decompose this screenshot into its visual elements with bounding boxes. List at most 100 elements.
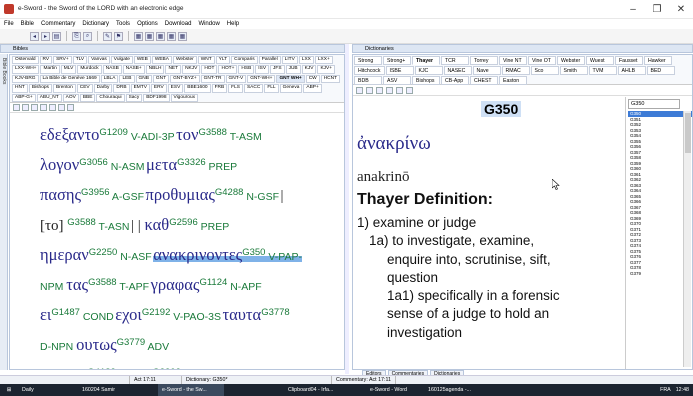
translation-tab[interactable]: JUB (285, 65, 301, 74)
strongs-number[interactable]: G3303 (152, 367, 181, 369)
copy-icon[interactable] (22, 104, 29, 111)
dictionary-tab[interactable]: NASEC (443, 66, 472, 75)
morphology-code[interactable]: N-ASF (117, 251, 152, 263)
translation-tab[interactable]: WEB (133, 56, 151, 65)
dictionary-tab[interactable]: BDB (354, 76, 382, 85)
dictionary-tab[interactable]: CHEST (470, 76, 498, 85)
strongs-number[interactable]: G4183 (87, 367, 116, 369)
translation-tab[interactable]: BBE1600 (184, 84, 211, 93)
translation-tab[interactable]: HOT+ (218, 65, 238, 74)
translation-tab[interactable]: LXX (298, 56, 314, 65)
translation-tab[interactable]: Vanvas (88, 56, 110, 65)
translation-tab[interactable]: WEBA (151, 56, 172, 65)
dictionary-tab[interactable]: Hitchcock (354, 66, 385, 75)
greek-word-group[interactable]: G3588 T-ASN (67, 217, 129, 233)
translation-tab[interactable]: GNT-BYZ+ (170, 74, 200, 84)
translation-tab[interactable]: Vigouroux (170, 93, 199, 102)
translation-tab[interactable]: Murdock (77, 65, 102, 74)
morphology-code[interactable]: PREP (206, 161, 238, 173)
translation-tab[interactable]: Ostervald (12, 56, 39, 65)
dictionary-tab[interactable]: Strong (354, 56, 382, 65)
entry-list-scrollbar[interactable] (683, 111, 691, 367)
menu-download[interactable]: Download (165, 21, 192, 27)
greek-word-group[interactable]: προθυμιαςG4288 N-GSF (146, 185, 279, 204)
strongs-number[interactable]: G2250 (89, 247, 118, 258)
layout-icon[interactable]: ▦ (156, 31, 165, 41)
morphology-code[interactable]: N-ASM (108, 161, 145, 173)
layout-icon[interactable]: ▦ (145, 31, 154, 41)
greek-word[interactable]: γραφας (151, 275, 200, 294)
dictionary-tab[interactable]: Sco (530, 66, 559, 75)
morphology-code[interactable]: A-GSF (110, 191, 144, 203)
greek-word-group[interactable]: ειG1487 COND (40, 305, 114, 324)
greek-word-group[interactable]: πασηςG3956 A-GSF (40, 185, 144, 204)
translation-tab[interactable]: ABP-G+ (12, 93, 36, 102)
strongs-number[interactable]: G3588 (67, 217, 96, 228)
task-explorer[interactable]: 160204 Samir (78, 384, 158, 396)
translation-tab[interactable]: EMTV (130, 84, 150, 93)
strongs-number[interactable]: G3956 (81, 187, 110, 198)
strongs-icon[interactable] (40, 104, 47, 111)
strongs-number[interactable]: G3778 (261, 307, 290, 318)
translation-tab[interactable]: NBLH (145, 65, 165, 74)
strongs-number[interactable]: G4288 (215, 187, 244, 198)
font-icon[interactable] (49, 104, 56, 111)
translation-tab[interactable]: HCNT (320, 74, 341, 84)
translation-tab[interactable]: LITV (281, 56, 298, 65)
greek-word[interactable]: μετα (146, 155, 177, 174)
close-button[interactable]: ✕ (669, 0, 693, 19)
bookmark-icon[interactable]: ⚑ (114, 31, 123, 41)
print-icon[interactable] (396, 86, 403, 94)
greek-word[interactable]: ταυτα (222, 305, 261, 324)
greek-word-group[interactable]: καθG2596 PREP (144, 215, 229, 234)
highlighted-word[interactable]: ανακρινοντεςG350 V-PAP- (153, 245, 303, 264)
morphology-code[interactable]: T-APF (117, 281, 149, 293)
translation-tab[interactable]: Comparis (231, 56, 258, 65)
strongs-number[interactable]: G3779 (117, 337, 146, 348)
translation-tab[interactable]: NET (165, 65, 182, 74)
dictionary-tab[interactable]: KJC (414, 66, 443, 75)
morphology-code[interactable]: ADV (145, 341, 169, 353)
translation-tab[interactable]: Bishops (28, 84, 52, 93)
morphology-code[interactable]: T-ASN (96, 221, 130, 233)
translation-tab[interactable]: ESV (167, 84, 184, 93)
translation-tab[interactable]: Vulgate (110, 56, 133, 65)
translation-tab[interactable]: KJV+ (317, 65, 336, 74)
dictionary-tab[interactable]: Torrey (470, 56, 498, 65)
clock[interactable]: 12:48 (676, 387, 689, 393)
menu-file[interactable]: File (4, 21, 14, 27)
dictionary-tab[interactable]: Smith (559, 66, 588, 75)
greek-word[interactable]: λογον (40, 155, 79, 174)
search-icon[interactable]: ⌕ (83, 31, 92, 41)
translation-tab[interactable]: SACC (243, 84, 264, 93)
translation-tab[interactable]: NKJV (182, 65, 201, 74)
greek-word[interactable]: εδεξαντο (40, 125, 99, 144)
translation-tab[interactable]: WNT (197, 56, 215, 65)
edit-icon[interactable] (356, 86, 363, 94)
greek-word-group[interactable]: εδεξαντοG1209 V-ADI-3P (40, 125, 175, 144)
dictionaries-pane-header[interactable]: Dictionaries (352, 44, 693, 53)
translation-tab[interactable]: FLL (264, 84, 279, 93)
greek-word-group[interactable]: τονG3588 T-ASM (176, 125, 262, 144)
task-daily[interactable]: Daily (18, 384, 78, 396)
translation-tab[interactable]: La Bible de Genève 1669 (39, 74, 100, 84)
translation-tab[interactable]: Webster (172, 56, 197, 65)
translation-tab[interactable]: RV (39, 56, 53, 65)
translation-tab[interactable]: Geneva (279, 84, 303, 93)
menu-tools[interactable]: Tools (116, 21, 130, 27)
translation-tab[interactable]: ABU_NT (36, 93, 62, 102)
layout-icon[interactable]: ▦ (167, 31, 176, 41)
dictionary-tab[interactable]: Easton (499, 76, 527, 85)
link-icon[interactable] (406, 86, 413, 94)
translation-tab[interactable]: TLV (72, 56, 88, 65)
menu-commentary[interactable]: Commentary (41, 21, 75, 27)
translation-tab[interactable]: MLV (60, 65, 77, 74)
maximize-button[interactable]: ❐ (645, 0, 669, 19)
greek-word-group[interactable]: λογονG3056 N-ASM (40, 155, 145, 174)
dictionary-tab[interactable]: AHLB (617, 66, 646, 75)
translation-tab[interactable]: CEV (76, 84, 93, 93)
greek-word-group[interactable]: ημερανG2250 N-ASF (40, 245, 152, 264)
strongs-number[interactable]: G1209 (99, 127, 128, 138)
translation-tab[interactable]: ERV (150, 84, 167, 93)
dictionary-tab[interactable]: TVM (588, 66, 617, 75)
